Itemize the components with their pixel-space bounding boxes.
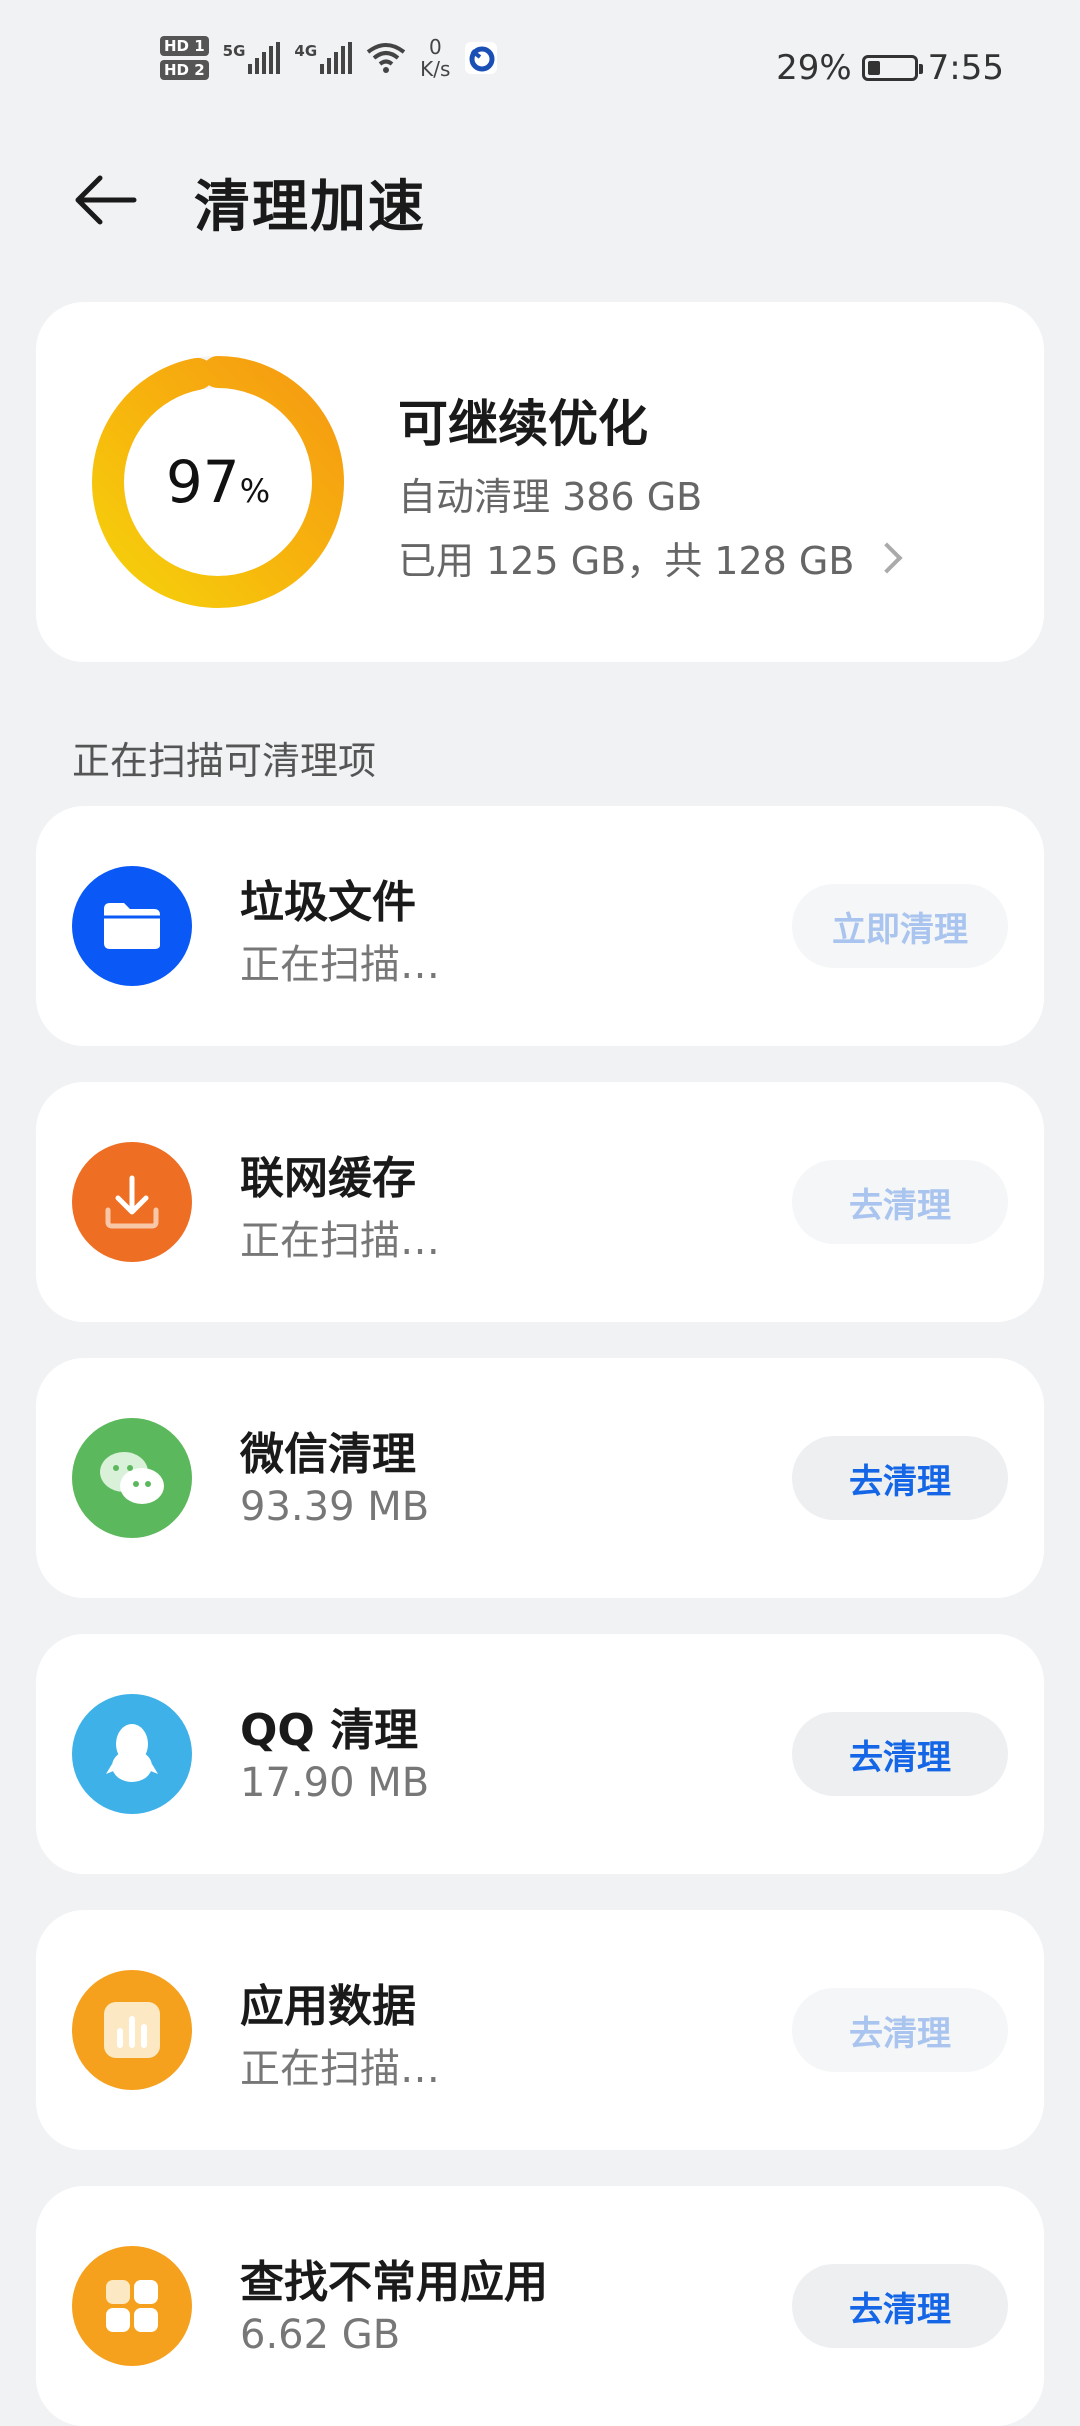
signal-4g: 4G — [294, 42, 353, 74]
network-speed: 0 K/s — [420, 36, 450, 80]
wechat-icon — [72, 1418, 192, 1538]
app-data-icon — [72, 1970, 192, 2090]
hd1-badge: HD 1 — [160, 36, 209, 56]
clean-item-unused-apps[interactable]: 查找不常用应用 6.62 GB 去清理 — [36, 2186, 1044, 2426]
clean-item-network-cache[interactable]: 联网缓存 正在扫描… 去清理 — [36, 1082, 1044, 1322]
net1-label: 5G — [222, 42, 246, 60]
usage-percent: 97 % — [88, 352, 348, 612]
clean-now-button[interactable]: 立即清理 — [792, 884, 1008, 968]
page-title: 清理加速 — [194, 175, 426, 240]
signal-bars-icon — [320, 42, 353, 74]
go-clean-button[interactable]: 去清理 — [792, 1988, 1008, 2072]
clock: 7:55 — [927, 48, 1004, 88]
signal-bars-icon — [248, 42, 281, 74]
header: 清理加速 — [0, 150, 1080, 250]
go-clean-button[interactable]: 去清理 — [792, 1436, 1008, 1520]
qq-icon — [72, 1694, 192, 1814]
net2-label: 4G — [294, 42, 318, 60]
battery-percent: 29% — [776, 48, 852, 88]
hd-indicator: HD 1 HD 2 — [160, 36, 209, 80]
go-clean-button[interactable]: 去清理 — [792, 1160, 1008, 1244]
storage-usage-text: 已用 125 GB，共 128 GB — [398, 539, 855, 583]
usage-percent-value: 97 — [165, 448, 240, 516]
summary-title: 可继续优化 — [398, 395, 648, 453]
clean-item-app-data[interactable]: 应用数据 正在扫描… 去清理 — [36, 1910, 1044, 2150]
item-status: 正在扫描… — [240, 1218, 440, 1264]
item-size: 93.39 MB — [240, 1484, 430, 1530]
go-clean-button[interactable]: 去清理 — [792, 2264, 1008, 2348]
section-label: 正在扫描可清理项 — [72, 739, 377, 783]
item-name: QQ 清理 — [240, 1705, 419, 1756]
storage-summary-card[interactable]: 97 % 可继续优化 自动清理 386 GB 已用 125 GB，共 128 G… — [36, 302, 1044, 662]
app-notification-icon — [465, 42, 498, 74]
signal-5g: 5G — [223, 42, 281, 74]
hd2-badge: HD 2 — [160, 60, 209, 80]
item-name: 垃圾文件 — [240, 877, 416, 928]
folder-icon — [72, 866, 192, 986]
battery-icon — [861, 55, 923, 81]
item-size: 6.62 GB — [240, 2312, 401, 2358]
back-arrow-icon[interactable] — [70, 164, 142, 236]
speed-value: 0 — [428, 35, 442, 59]
storage-usage-link[interactable]: 已用 125 GB，共 128 GB — [398, 530, 903, 585]
item-name: 微信清理 — [240, 1429, 416, 1480]
item-size: 17.90 MB — [240, 1760, 430, 1806]
item-name: 应用数据 — [240, 1981, 416, 2032]
chevron-right-icon — [871, 541, 903, 574]
clean-item-wechat[interactable]: 微信清理 93.39 MB 去清理 — [36, 1358, 1044, 1598]
item-name: 查找不常用应用 — [240, 2257, 548, 2308]
download-icon — [72, 1142, 192, 1262]
item-name: 联网缓存 — [240, 1153, 416, 1204]
item-status: 正在扫描… — [240, 942, 440, 988]
speed-unit: K/s — [420, 57, 451, 81]
clean-item-junk-files[interactable]: 垃圾文件 正在扫描… 立即清理 — [36, 806, 1044, 1046]
go-clean-button[interactable]: 去清理 — [792, 1712, 1008, 1796]
item-status: 正在扫描… — [240, 2046, 440, 2092]
usage-percent-symbol: % — [239, 472, 271, 510]
apps-grid-icon — [72, 2246, 192, 2366]
auto-clean-text: 自动清理 386 GB — [398, 475, 703, 519]
clean-item-qq[interactable]: QQ 清理 17.90 MB 去清理 — [36, 1634, 1044, 1874]
status-bar: HD 1 HD 2 5G 4G 0 K/s 29% 7:55 — [0, 0, 1080, 130]
wifi-icon — [366, 43, 406, 73]
